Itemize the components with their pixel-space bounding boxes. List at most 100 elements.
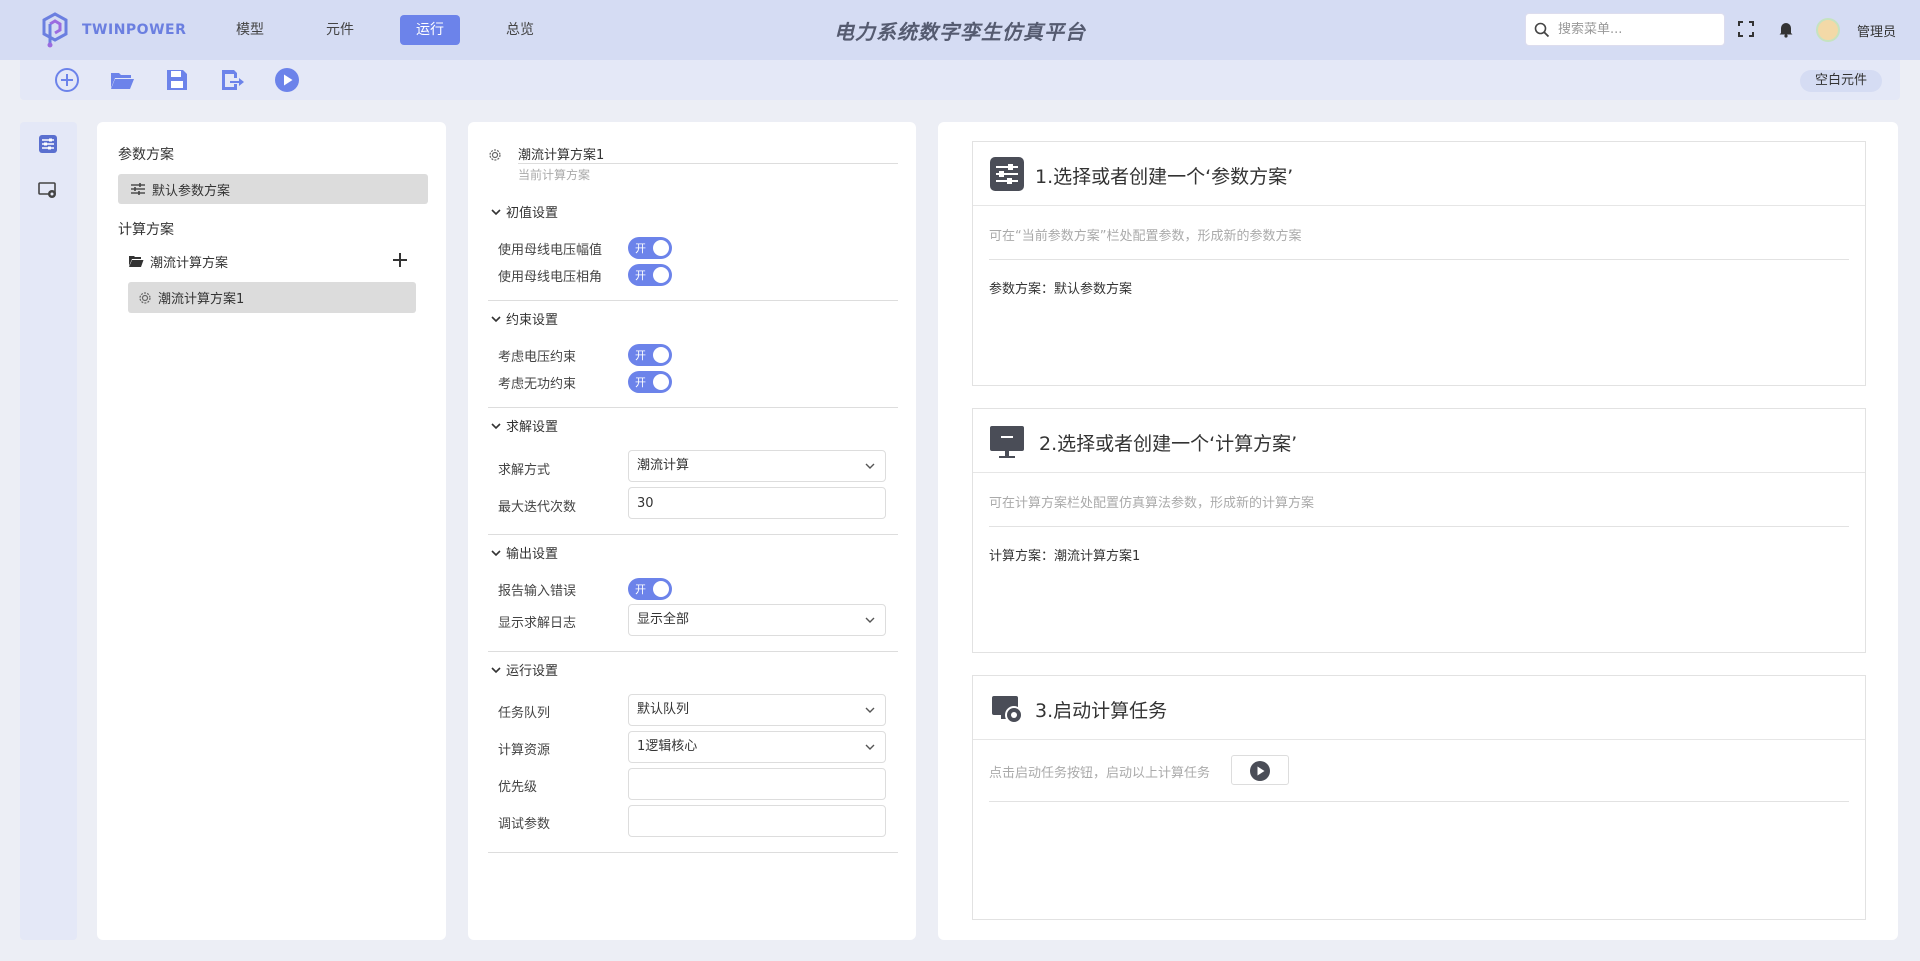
- group-solve-toggle[interactable]: 求解设置: [490, 416, 558, 435]
- debug-params-input[interactable]: [628, 805, 886, 837]
- bus-voltage-magnitude-toggle[interactable]: 开: [628, 237, 672, 259]
- calc-scheme-heading: 计算方案: [118, 222, 174, 238]
- solve-method-label: 求解方式: [498, 463, 551, 478]
- divider: [989, 259, 1849, 260]
- fullscreen-icon[interactable]: [1737, 20, 1755, 38]
- calc-subtitle: 当前计算方案: [518, 168, 591, 182]
- group-initial-toggle[interactable]: 初值设置: [490, 202, 558, 221]
- divider: [488, 651, 898, 652]
- chevron-down-icon: [491, 315, 501, 322]
- export-icon[interactable]: [219, 67, 245, 93]
- calc-scheme-folder[interactable]: 潮流计算方案: [128, 250, 228, 272]
- divider: [488, 407, 898, 408]
- toggle-knob: [653, 374, 669, 390]
- bus-voltage-angle-toggle[interactable]: 开: [628, 264, 672, 286]
- step-card-calc: 2.选择或者创建一个‘计算方案’ 可在计算方案栏处配置仿真算法参数，形成新的计算…: [972, 408, 1866, 653]
- scheme-panel: 参数方案 默认参数方案 计算方案 潮流计算方案 潮流计算方案1: [97, 122, 446, 940]
- calc-name-field[interactable]: 潮流计算方案1: [518, 144, 898, 164]
- solve-method-select[interactable]: 潮流计算: [628, 450, 886, 482]
- toggle-knob: [653, 347, 669, 363]
- search-box: [1525, 13, 1725, 46]
- gear-icon: [139, 291, 151, 304]
- priority-label: 优先级: [498, 780, 538, 795]
- calc-scheme-item[interactable]: 潮流计算方案1: [128, 282, 416, 313]
- param-scheme-heading: 参数方案: [118, 147, 174, 163]
- add-icon[interactable]: [391, 251, 409, 269]
- save-icon[interactable]: [164, 67, 190, 93]
- max-iter-input[interactable]: [628, 487, 886, 519]
- bus-voltage-angle-label: 使用母线电压相角: [498, 270, 603, 285]
- username[interactable]: 管理员: [1857, 21, 1896, 40]
- step-value: 参数方案：默认参数方案: [989, 282, 1133, 297]
- toggle-knob: [653, 240, 669, 256]
- chevron-down-icon: [865, 707, 875, 713]
- sliders-icon: [131, 183, 145, 195]
- voltage-constraint-toggle[interactable]: 开: [628, 344, 672, 366]
- toggle-on-text: 开: [635, 349, 646, 362]
- compute-resource-label: 计算资源: [498, 743, 551, 758]
- task-queue-value: 默认队列: [637, 702, 690, 717]
- bus-voltage-magnitude-label: 使用母线电压幅值: [498, 243, 603, 258]
- search-icon: [1534, 22, 1550, 37]
- toggle-on-text: 开: [635, 583, 646, 596]
- report-input-error-toggle[interactable]: 开: [628, 578, 672, 600]
- chevron-down-icon: [865, 744, 875, 750]
- step-title: 3.启动计算任务: [1035, 700, 1168, 722]
- group-constraint-toggle[interactable]: 约束设置: [490, 309, 558, 328]
- play-icon[interactable]: [274, 67, 300, 93]
- search-input[interactable]: [1558, 22, 1718, 37]
- task-queue-select[interactable]: 默认队列: [628, 694, 886, 726]
- divider: [989, 801, 1849, 802]
- chevron-down-icon: [491, 208, 501, 215]
- start-task-button[interactable]: [1231, 755, 1289, 785]
- debug-params-label: 调试参数: [498, 817, 551, 832]
- solve-log-label: 显示求解日志: [498, 616, 577, 631]
- compute-resource-select[interactable]: 1逻辑核心: [628, 731, 886, 763]
- blank-component-badge[interactable]: 空白元件: [1799, 70, 1882, 92]
- calc-folder-label: 潮流计算方案: [150, 255, 229, 271]
- priority-input[interactable]: [628, 768, 886, 800]
- toolbar: 空白元件: [20, 60, 1900, 100]
- bell-icon[interactable]: [1777, 20, 1795, 38]
- folder-open-icon[interactable]: [109, 67, 135, 93]
- top-header: TWINPOWER 模型 元件 运行 总览 电力系统数字孪生仿真平台 管理员: [0, 0, 1920, 60]
- step-card-header: 1.选择或者创建一个‘参数方案’: [973, 142, 1865, 206]
- calc-item-label: 潮流计算方案1: [158, 292, 245, 307]
- reactive-constraint-toggle[interactable]: 开: [628, 371, 672, 393]
- step-hint: 点击启动任务按钮，启动以上计算任务: [989, 766, 1211, 781]
- param-scheme-default[interactable]: 默认参数方案: [118, 174, 428, 204]
- step-value: 计算方案：潮流计算方案1: [989, 549, 1141, 564]
- group-solve-title: 求解设置: [506, 420, 559, 435]
- divider: [989, 526, 1849, 527]
- step-hint: 可在“当前参数方案”栏处配置参数，形成新的参数方案: [989, 229, 1302, 244]
- step-card-header: 3.启动计算任务: [973, 676, 1865, 740]
- group-output-title: 输出设置: [506, 547, 559, 562]
- play-icon: [1250, 761, 1270, 781]
- chevron-down-icon: [491, 422, 501, 429]
- compute-resource-value: 1逻辑核心: [637, 739, 698, 754]
- monitor-gear-icon[interactable]: [38, 180, 58, 200]
- avatar[interactable]: [1816, 18, 1840, 42]
- voltage-constraint-label: 考虑电压约束: [498, 350, 577, 365]
- step-title: 1.选择或者创建一个‘参数方案’: [1035, 166, 1294, 188]
- steps-panel: 1.选择或者创建一个‘参数方案’ 可在“当前参数方案”栏处配置参数，形成新的参数…: [938, 122, 1898, 940]
- folder-open-icon: [129, 256, 144, 267]
- toggle-knob: [653, 581, 669, 597]
- sliders-icon[interactable]: [38, 134, 58, 154]
- toggle-on-text: 开: [635, 269, 646, 282]
- step-card-header: 2.选择或者创建一个‘计算方案’: [973, 409, 1865, 473]
- toggle-knob: [653, 267, 669, 283]
- group-run-toggle[interactable]: 运行设置: [490, 660, 558, 679]
- solve-log-select[interactable]: 显示全部: [628, 604, 886, 636]
- max-iter-label: 最大迭代次数: [498, 500, 577, 515]
- group-run-title: 运行设置: [506, 664, 559, 679]
- step-hint: 可在计算方案栏处配置仿真算法参数，形成新的计算方案: [989, 496, 1315, 511]
- chevron-down-icon: [865, 617, 875, 623]
- group-output-toggle[interactable]: 输出设置: [490, 543, 558, 562]
- add-circle-icon[interactable]: [54, 67, 80, 93]
- solve-method-value: 潮流计算: [637, 458, 690, 473]
- sliders-icon: [990, 157, 1024, 191]
- monitor-icon: [990, 426, 1024, 458]
- param-scheme-label: 默认参数方案: [152, 183, 231, 199]
- side-rail: [20, 122, 77, 940]
